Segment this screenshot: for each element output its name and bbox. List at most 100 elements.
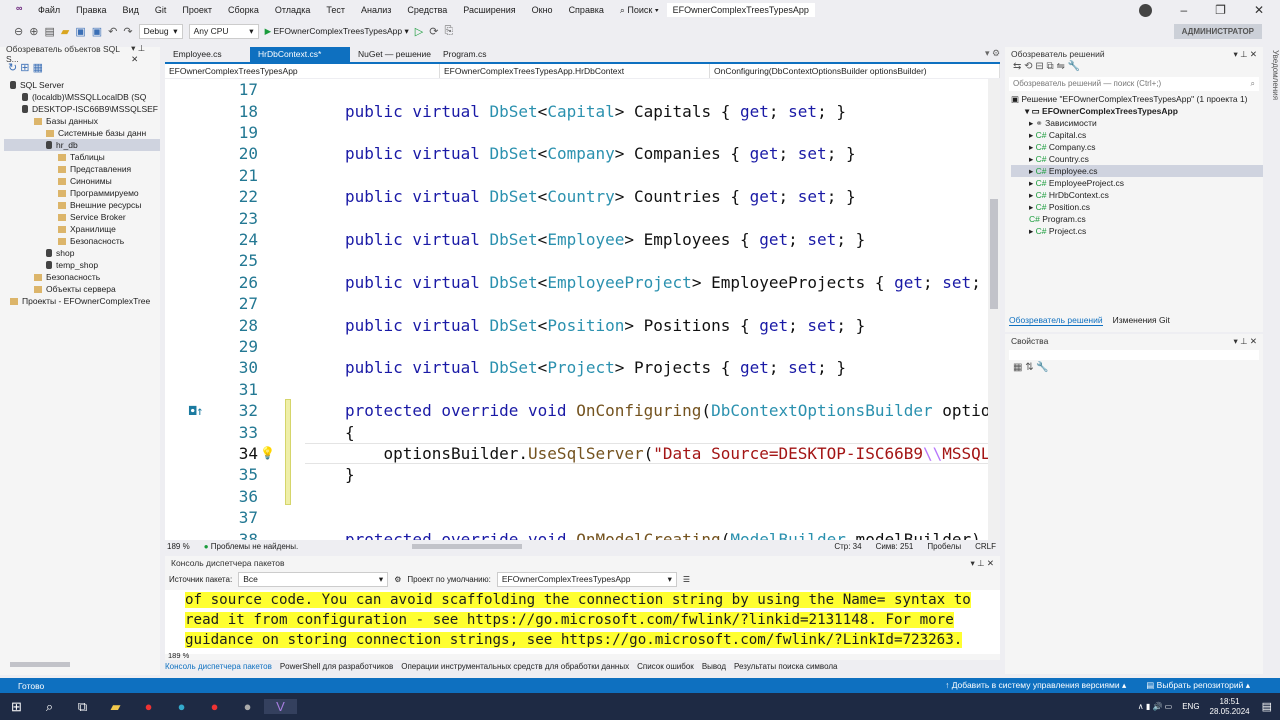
expand-icon[interactable]: ▸ bbox=[1029, 118, 1036, 128]
categorized-icon[interactable]: ▦ bbox=[1013, 362, 1022, 373]
close-button[interactable]: ✕ bbox=[1254, 3, 1264, 17]
add-server-icon[interactable]: ⊞ bbox=[20, 62, 29, 74]
start-button[interactable]: ▶ EFOwnerComplexTreesTypesApp ▾ bbox=[265, 26, 409, 37]
collapse-icon[interactable]: ⊟ bbox=[1035, 61, 1043, 72]
new-project-icon[interactable]: ▤ bbox=[44, 25, 54, 38]
obs-icon[interactable]: ● bbox=[231, 699, 264, 714]
solution-item[interactable]: ▸ C# HrDbContext.cs bbox=[1011, 189, 1263, 201]
expand-icon[interactable]: ▸ bbox=[1029, 130, 1036, 140]
bottom-tab[interactable]: Список ошибок bbox=[637, 662, 694, 671]
tab-overflow-icon[interactable]: ▾ ⚙ bbox=[985, 48, 1000, 59]
menu-item[interactable]: Тест bbox=[318, 5, 353, 15]
tree-item[interactable]: Проекты - EFOwnerComplexTree bbox=[4, 295, 160, 307]
copy-icon[interactable]: ⧉ bbox=[1047, 61, 1054, 72]
class-dropdown[interactable]: EFOwnerComplexTreesTypesApp.HrDbContext bbox=[440, 64, 710, 78]
menu-item[interactable]: Окно bbox=[524, 5, 561, 15]
refresh-icon[interactable]: ↻ bbox=[8, 62, 17, 74]
start-icon[interactable]: ⊞ bbox=[0, 699, 33, 715]
history-icon[interactable]: ⟲ bbox=[1024, 61, 1032, 72]
tree-item[interactable]: Базы данных bbox=[4, 115, 160, 127]
expand-icon[interactable]: ▸ bbox=[1029, 166, 1036, 176]
menu-item[interactable]: Файл bbox=[30, 5, 68, 15]
tab-git-changes[interactable]: Изменения Git bbox=[1113, 315, 1170, 326]
maximize-button[interactable]: ❐ bbox=[1215, 3, 1226, 17]
code-editor[interactable]: 17 18 public virtual DbSet<Capital> Capita… bbox=[165, 79, 988, 540]
tree-item[interactable]: (localdb)\MSSQLLocalDB (SQ bbox=[4, 91, 160, 103]
tree-item[interactable]: shop bbox=[4, 247, 160, 259]
bottom-tab[interactable]: PowerShell для разработчиков bbox=[280, 662, 393, 671]
project-node[interactable]: ▾ ▭ EFOwnerComplexTreesTypesApp bbox=[1011, 105, 1263, 117]
hot-reload-icon[interactable]: ⟳ bbox=[429, 25, 438, 38]
file-explorer-icon[interactable]: ▰ bbox=[99, 699, 132, 715]
solution-item[interactable]: ▸ ⚭ Зависимости bbox=[1011, 117, 1263, 129]
tree-item[interactable]: Безопасность bbox=[4, 271, 160, 283]
menu-item[interactable]: Справка bbox=[561, 5, 612, 15]
menu-item[interactable]: Средства bbox=[399, 5, 455, 15]
avatar[interactable] bbox=[1139, 3, 1153, 17]
minimize-button[interactable]: – bbox=[1180, 3, 1187, 17]
clear-console-icon[interactable]: ☰ bbox=[683, 575, 690, 584]
menu-item[interactable]: Отладка bbox=[267, 5, 319, 15]
console-pin-close-icons[interactable]: ▾ ⊥ ✕ bbox=[970, 558, 994, 569]
solution-item[interactable]: C# Program.cs bbox=[1011, 213, 1263, 225]
expand-icon[interactable]: ▸ bbox=[1029, 178, 1036, 188]
tab-nuget-[interactable]: NuGet — решение bbox=[350, 47, 435, 62]
override-marker-icon[interactable]: ◘↑ bbox=[189, 404, 203, 418]
zoom-level[interactable]: 189 % bbox=[167, 542, 190, 551]
solution-item[interactable]: ▸ C# EmployeeProject.cs bbox=[1011, 177, 1263, 189]
forward-icon[interactable]: ⊕ bbox=[29, 25, 38, 38]
project-dropdown[interactable]: EFOwnerComplexTreesTypesApp bbox=[165, 64, 440, 78]
menu-item[interactable]: Расширения bbox=[455, 5, 523, 15]
solution-item[interactable]: ▸ C# Country.cs bbox=[1011, 153, 1263, 165]
tree-item[interactable]: Service Broker bbox=[4, 211, 160, 223]
notifications-tab[interactable]: Уведомления bbox=[1265, 50, 1280, 100]
search-icon[interactable]: ⌕ bbox=[33, 699, 66, 715]
indent-indicator[interactable]: Пробелы bbox=[927, 542, 961, 551]
solution-node[interactable]: ▣ Решение "EFOwnerComplexTreesTypesApp" … bbox=[1011, 93, 1263, 105]
notifications-icon[interactable]: ▤ bbox=[1262, 700, 1272, 713]
expand-icon[interactable]: ▸ bbox=[1029, 202, 1036, 212]
menu-item[interactable]: Проект bbox=[174, 5, 220, 15]
eol-indicator[interactable]: CRLF bbox=[975, 542, 996, 551]
add-project-icon[interactable]: ▦ bbox=[33, 62, 43, 74]
lightbulb-icon[interactable]: 💡 bbox=[260, 446, 275, 460]
edge-icon[interactable]: ● bbox=[165, 699, 198, 714]
tree-item[interactable]: Хранилище bbox=[4, 223, 160, 235]
language-indicator[interactable]: ENG bbox=[1182, 702, 1199, 711]
yandex-icon[interactable]: ● bbox=[198, 699, 231, 714]
tab-solution-explorer[interactable]: Обозреватель решений bbox=[1009, 315, 1103, 326]
tree-item[interactable]: DESKTOP-ISC66B9\MSSQLSEF bbox=[4, 103, 160, 115]
expand-icon[interactable]: ▸ bbox=[1029, 226, 1036, 236]
clock[interactable]: 18:51 28.05.2024 bbox=[1210, 697, 1250, 717]
tray-icons[interactable]: ∧ ▮ 🔊 ▭ bbox=[1138, 702, 1172, 711]
property-pages-icon[interactable]: 🔧 bbox=[1036, 362, 1048, 373]
menu-item[interactable]: Git bbox=[147, 5, 175, 15]
solution-item[interactable]: ▸ C# Company.cs bbox=[1011, 141, 1263, 153]
solution-item[interactable]: ▸ C# Capital.cs bbox=[1011, 129, 1263, 141]
package-source-select[interactable]: Все ▾ bbox=[238, 571, 389, 587]
add-to-vcs-button[interactable]: ↑ Добавить в систему управления версиями… bbox=[945, 680, 1126, 691]
configuration-select[interactable]: Debug ▾ bbox=[138, 23, 183, 39]
bottom-tab[interactable]: Консоль диспетчера пакетов bbox=[165, 662, 272, 671]
expand-icon[interactable]: ▸ bbox=[1029, 190, 1036, 200]
tree-item[interactable]: Программируемо bbox=[4, 187, 160, 199]
member-dropdown[interactable]: OnConfiguring(DbContextOptionsBuilder op… bbox=[710, 64, 1000, 78]
redo-icon[interactable]: ↷ bbox=[123, 25, 132, 38]
tree-item[interactable]: Синонимы bbox=[4, 175, 160, 187]
problems-status[interactable]: ● Проблемы не найдены. bbox=[204, 542, 298, 551]
wrench-icon[interactable]: 🔧 bbox=[1068, 61, 1080, 72]
tree-item[interactable]: SQL Server bbox=[4, 79, 160, 91]
save-icon[interactable]: ▣ bbox=[75, 25, 85, 38]
menu-item[interactable]: Вид bbox=[115, 5, 147, 15]
menu-item[interactable]: Правка bbox=[68, 5, 114, 15]
console-zoom[interactable]: 189 % bbox=[168, 651, 189, 660]
yandex-browser-icon[interactable]: ● bbox=[132, 699, 165, 714]
tree-item[interactable]: Объекты сервера bbox=[4, 283, 160, 295]
console-output[interactable]: of source code. You can avoid scaffoldin… bbox=[185, 590, 987, 650]
tree-item[interactable]: Внешние ресурсы bbox=[4, 199, 160, 211]
tree-item[interactable]: Представления bbox=[4, 163, 160, 175]
sync-icon[interactable]: ⇋ bbox=[1056, 61, 1064, 72]
tree-item[interactable]: Системные базы данн bbox=[4, 127, 160, 139]
save-all-icon[interactable]: ▣ bbox=[92, 25, 102, 38]
menu-item[interactable]: Анализ bbox=[353, 5, 399, 15]
